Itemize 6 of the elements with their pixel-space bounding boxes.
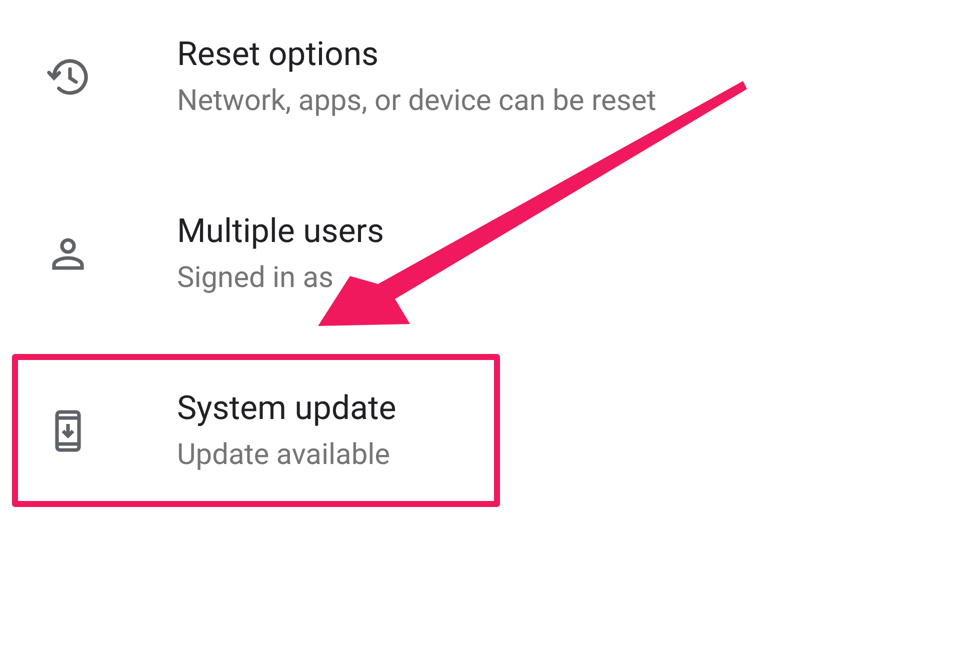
setting-summary: Update available bbox=[177, 436, 392, 474]
setting-title: System update bbox=[177, 388, 396, 430]
setting-title: Multiple users bbox=[177, 210, 384, 252]
setting-summary: Network, apps, or device can be reset bbox=[177, 82, 656, 120]
setting-summary: Signed in as bbox=[177, 260, 334, 296]
setting-title: Reset options bbox=[177, 34, 380, 76]
